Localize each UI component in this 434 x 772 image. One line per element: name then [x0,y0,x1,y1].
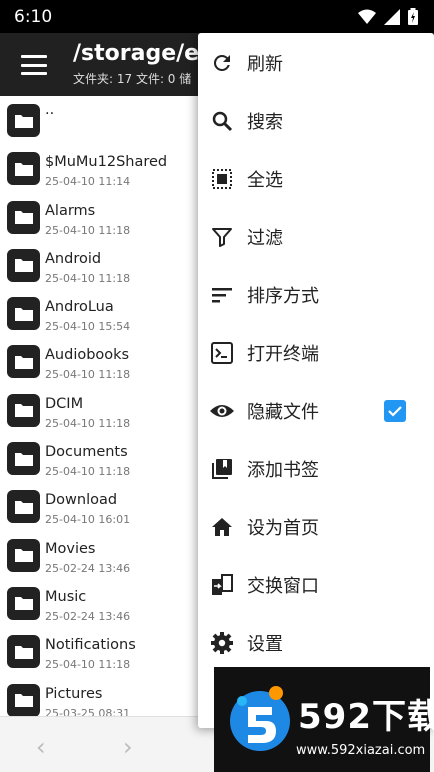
file-date: 25-04-10 11:18 [45,658,131,672]
watermark-brand: 592下载 [298,697,434,737]
menu-item-label: 设置 [247,634,283,655]
overflow-menu: 刷新 搜索 全选 过滤 排序方式 打开终端 隐藏文件 添加书签 设为首页 交换窗… [198,33,434,728]
folder-icon [7,200,40,234]
battery-icon [408,8,418,25]
file-name: Pictures [45,685,103,702]
menu-item-label: 隐藏文件 [247,402,319,423]
menu-item-terminal[interactable]: 打开终端 [198,324,434,382]
file-name: .. [45,102,55,118]
refresh-icon [209,50,235,76]
filter-icon [209,224,235,250]
status-bar: 6:10 [0,0,434,33]
file-name: $MuMu12Shared [45,154,168,171]
file-date: 25-04-10 15:54 [45,320,131,334]
file-date: 25-03-25 08:31 [45,706,131,716]
status-icons [358,8,418,25]
file-date: 25-04-10 11:18 [45,416,131,430]
status-time: 6:10 [14,6,53,27]
folder-icon [7,586,40,620]
home-icon [209,514,235,540]
file-name: Movies [45,540,96,557]
folder-icon [7,683,40,716]
menu-item-label: 交换窗口 [247,576,319,597]
folder-icon [7,297,40,331]
watermark-url: www.592xiazai.com [296,743,426,758]
menu-item-label: 刷新 [247,54,283,75]
file-date: 25-04-10 16:01 [45,513,131,527]
search-icon [209,108,235,134]
file-name: AndroLua [45,299,114,316]
file-name: Documents [45,444,128,461]
file-date: 25-04-10 11:18 [45,368,131,382]
menu-item-search[interactable]: 搜索 [198,92,434,150]
sort-icon [209,282,235,308]
file-name: Audiobooks [45,347,130,364]
menu-item-swap-window[interactable]: 交换窗口 [198,556,434,614]
menu-item-label: 排序方式 [247,286,319,307]
file-name: DCIM [45,395,84,412]
menu-item-label: 打开终端 [247,344,319,365]
forward-button[interactable]: › [123,733,133,761]
menu-item-sort[interactable]: 排序方式 [198,266,434,324]
file-date: 25-04-10 11:18 [45,465,131,479]
gear-icon [209,630,235,656]
folder-icon [7,635,40,669]
file-name: Notifications [45,637,136,654]
menu-item-add-bookmark[interactable]: 添加书签 [198,440,434,498]
file-date: 25-04-10 11:18 [45,271,131,285]
folder-icon [7,490,40,524]
bookmark-add-icon [209,456,235,482]
menu-item-settings[interactable]: 设置 [198,614,434,672]
file-name: Music [45,588,87,605]
folder-icon [7,248,40,282]
wifi-icon [358,9,376,24]
folder-stats: 文件夹: 17 文件: 0 储 [73,72,192,86]
folder-icon [7,104,40,137]
menu-item-label: 过滤 [247,228,283,249]
signal-icon [384,8,400,25]
folder-icon [7,393,40,427]
file-date: 25-02-24 13:46 [45,561,131,575]
menu-item-label: 搜索 [247,112,283,133]
checkmark-icon [388,406,402,417]
eye-icon [209,398,235,424]
file-date: 25-02-24 13:46 [45,609,131,623]
menu-item-hidden-files[interactable]: 隐藏文件 [198,382,434,440]
folder-icon [7,152,40,186]
watermark-emblem-icon [230,686,290,751]
folder-icon [7,345,40,379]
menu-item-label: 添加书签 [247,460,319,481]
menu-item-refresh[interactable]: 刷新 [198,34,434,92]
hamburger-menu-icon[interactable] [19,51,49,79]
folder-icon [7,442,40,476]
menu-item-filter[interactable]: 过滤 [198,208,434,266]
terminal-icon [209,340,235,366]
menu-item-set-home[interactable]: 设为首页 [198,498,434,556]
swap-window-icon [209,572,235,598]
folder-icon [7,538,40,572]
menu-item-select-all[interactable]: 全选 [198,150,434,208]
file-date: 25-04-10 11:18 [45,223,131,237]
menu-item-label: 设为首页 [247,518,319,539]
file-name: Android [45,250,102,267]
back-button[interactable]: ‹ [36,733,46,761]
file-name: Alarms [45,202,96,219]
file-date: 25-04-10 11:14 [45,175,131,189]
select-all-icon [209,166,235,192]
hidden-files-checkbox[interactable] [384,400,406,422]
file-name: Download [45,492,118,509]
watermark-logo: 592下载 www.592xiazai.com [214,667,434,772]
menu-item-label: 全选 [247,170,283,191]
